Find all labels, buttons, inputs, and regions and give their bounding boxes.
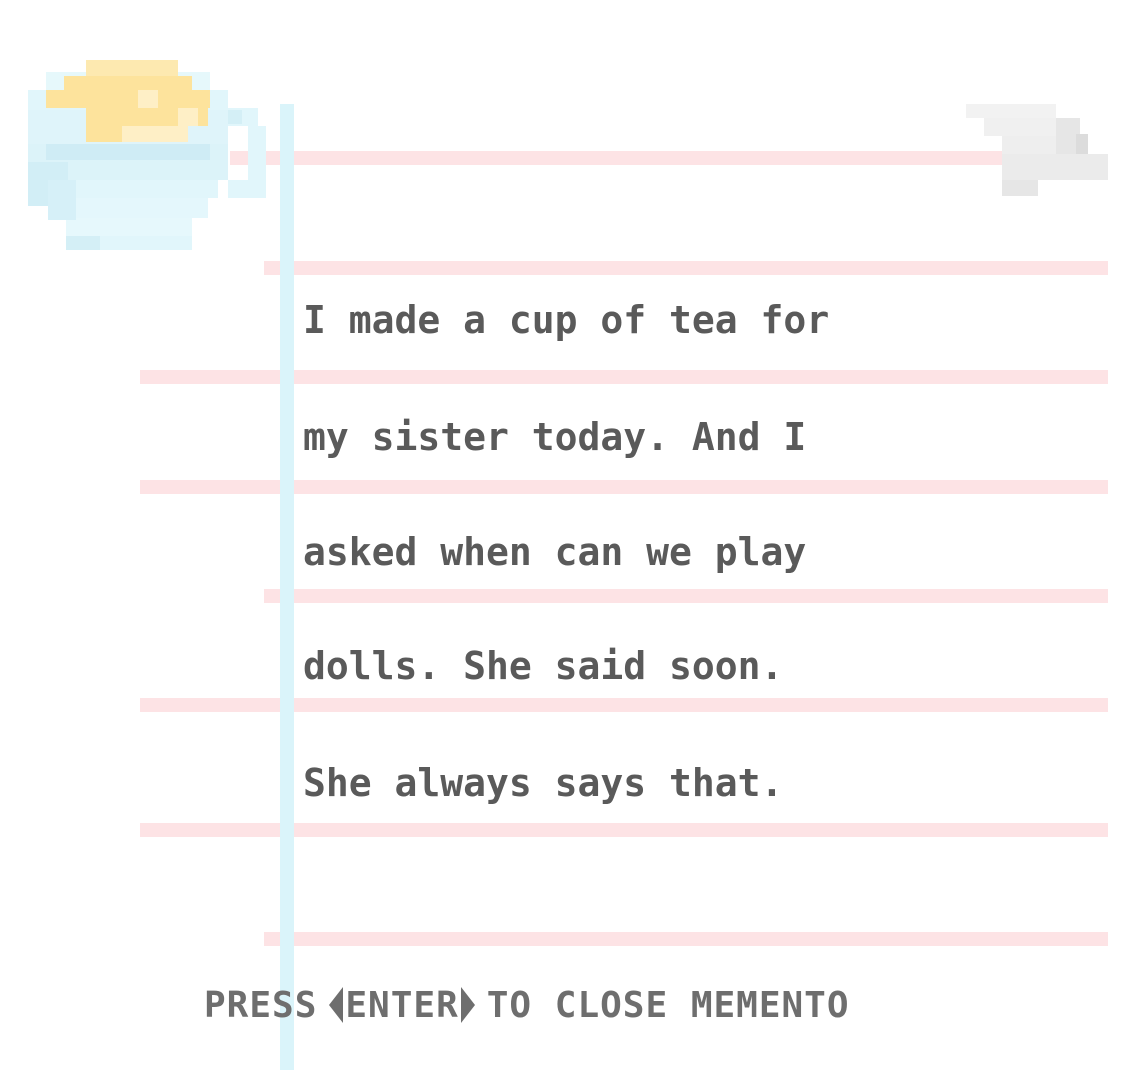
- memento-line: my sister today. And I: [303, 415, 807, 459]
- ruled-line: [264, 261, 1108, 275]
- press-label: PRESS: [204, 984, 318, 1026]
- left-arrow-icon: [329, 987, 344, 1023]
- memento-page: I made a cup of tea for my sister today.…: [0, 0, 1124, 1088]
- memento-line: asked when can we play: [303, 530, 807, 574]
- ruled-line: [264, 589, 1108, 603]
- close-action-label: TO CLOSE MEMENTO: [486, 984, 850, 1026]
- memento-line: She always says that.: [303, 761, 784, 805]
- memento-line: dolls. She said soon.: [303, 644, 784, 688]
- right-arrow-icon: [460, 987, 475, 1023]
- enter-key-label: ENTER: [345, 984, 459, 1026]
- margin-line: [280, 104, 294, 1070]
- close-memento-hint[interactable]: PRESS ENTER TO CLOSE MEMENTO: [204, 980, 850, 1030]
- teacup-icon: [28, 60, 266, 250]
- memento-line: I made a cup of tea for: [303, 298, 830, 342]
- ruled-line: [230, 151, 1008, 165]
- folded-paper-icon: [966, 104, 1108, 196]
- ruled-line: [264, 932, 1108, 946]
